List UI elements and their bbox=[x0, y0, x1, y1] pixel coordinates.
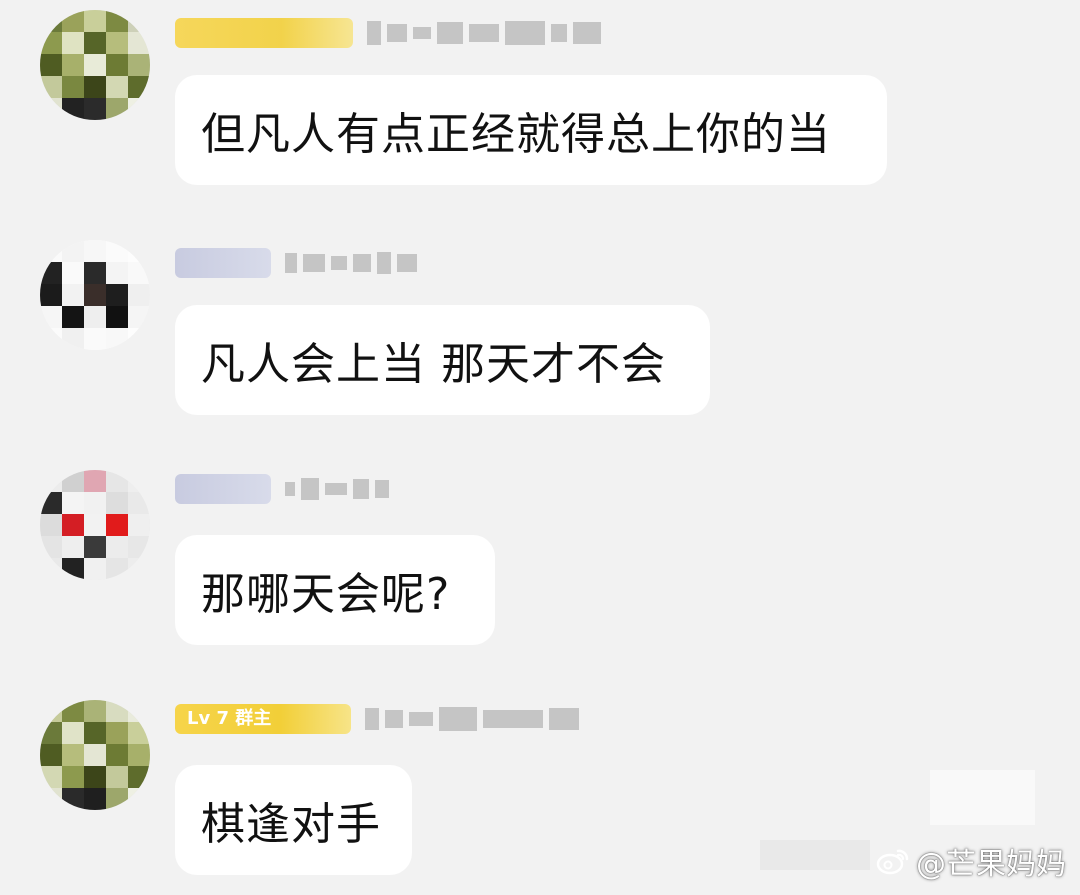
avatar-mosaic bbox=[40, 10, 150, 120]
avatar[interactable] bbox=[40, 700, 150, 810]
name-badge-redacted bbox=[175, 474, 271, 504]
level-badge: Lv 7 群主 bbox=[175, 704, 351, 734]
avatar[interactable] bbox=[40, 10, 150, 120]
redacted-area bbox=[930, 770, 1035, 825]
sender-name-redacted bbox=[285, 478, 389, 500]
message-text: 但凡人有点正经就得总上你的当 bbox=[201, 109, 831, 160]
avatar[interactable] bbox=[40, 470, 150, 580]
sender-info: Lv 7 群主 bbox=[175, 702, 579, 736]
sender-info bbox=[175, 246, 417, 280]
avatar[interactable] bbox=[40, 240, 150, 350]
name-badge-redacted bbox=[175, 248, 271, 278]
message-bubble[interactable]: 那哪天会呢? bbox=[175, 535, 495, 645]
chat-history: 但凡人有点正经就得总上你的当 凡人会上当 那天才不会 那哪天会呢? Lv 7 群… bbox=[0, 0, 1080, 895]
watermark-handle: @芒果妈妈 bbox=[916, 847, 1066, 882]
sender-name-redacted bbox=[367, 21, 601, 45]
redacted-area bbox=[760, 840, 870, 870]
message-bubble[interactable]: 棋逢对手 bbox=[175, 765, 412, 875]
sender-info bbox=[175, 472, 389, 506]
message-text: 棋逢对手 bbox=[201, 799, 381, 850]
sender-name-redacted bbox=[365, 707, 579, 731]
sender-info bbox=[175, 16, 601, 50]
message-bubble[interactable]: 凡人会上当 那天才不会 bbox=[175, 305, 710, 415]
level-badge bbox=[175, 18, 353, 48]
avatar-mosaic bbox=[40, 700, 150, 810]
message-text: 那哪天会呢? bbox=[201, 569, 451, 620]
watermark: @芒果妈妈 bbox=[876, 839, 1066, 883]
avatar-mosaic bbox=[40, 470, 150, 580]
weibo-icon bbox=[876, 847, 910, 875]
level-badge-text: Lv 7 群主 bbox=[187, 708, 272, 729]
sender-name-redacted bbox=[285, 252, 417, 274]
avatar-mosaic bbox=[40, 240, 150, 350]
message-bubble[interactable]: 但凡人有点正经就得总上你的当 bbox=[175, 75, 887, 185]
message-text: 凡人会上当 那天才不会 bbox=[201, 339, 666, 390]
